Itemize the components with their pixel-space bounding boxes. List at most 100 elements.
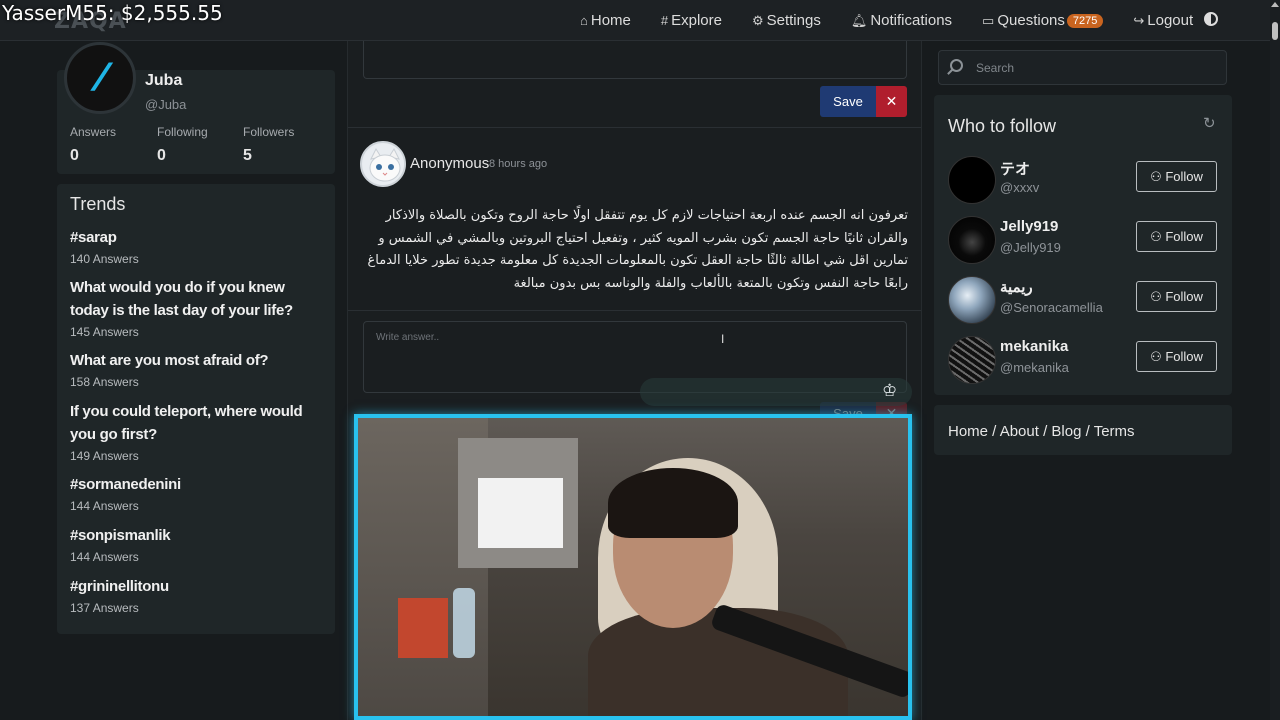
trend-item[interactable]: What are you most afraid of? 158 Answers	[70, 349, 325, 389]
trend-item[interactable]: What would you do if you knew today is t…	[70, 276, 325, 339]
suggested-user: mekanika @mekanika ⚇ Follow	[948, 336, 1218, 386]
user-name[interactable]: mekanika	[1000, 338, 1068, 355]
hashtag-icon: #	[660, 13, 669, 28]
profile-name[interactable]: Juba	[145, 72, 182, 90]
page-scrollbar[interactable]	[1270, 0, 1280, 720]
trend-count: 149 Answers	[70, 449, 139, 463]
questions-count-badge: 7275	[1066, 13, 1104, 28]
gear-icon: ⚙	[751, 12, 764, 28]
trend-item[interactable]: #sormanedenini 144 Answers	[70, 473, 325, 513]
trend-count: 140 Answers	[70, 252, 139, 266]
post-author[interactable]: Anonymous	[410, 155, 489, 172]
text-cursor-icon: I	[721, 332, 725, 346]
nav-settings-label: Settings	[766, 12, 821, 29]
search-box[interactable]	[938, 50, 1227, 85]
anonymous-avatar[interactable]	[360, 141, 406, 187]
stat-followers-value: 5	[243, 147, 252, 164]
post-timestamp[interactable]: 8 hours ago	[489, 158, 547, 170]
footer-link-terms[interactable]: Terms	[1094, 423, 1135, 440]
user-avatar[interactable]	[948, 216, 996, 264]
nav-questions[interactable]: ▭ Questions 7275	[982, 12, 1104, 29]
nav-home[interactable]: ⌂ Home	[580, 12, 631, 29]
search-input[interactable]	[976, 59, 1216, 77]
follow-button[interactable]: ⚇ Follow	[1136, 281, 1217, 312]
trend-count: 144 Answers	[70, 550, 139, 564]
logout-icon: ↪	[1133, 12, 1145, 28]
trend-title[interactable]: #sonpismanlik	[70, 524, 325, 547]
trend-title[interactable]: #grininellitonu	[70, 575, 325, 598]
nav-settings[interactable]: ⚙ Settings	[752, 12, 821, 29]
user-name[interactable]: Jelly919	[1000, 218, 1058, 235]
add-user-icon: ⚇	[1150, 288, 1166, 304]
trends-title: Trends	[70, 194, 126, 214]
profile-avatar-logo-icon: /	[89, 56, 112, 99]
footer-separator: /	[988, 423, 1000, 440]
trend-count: 145 Answers	[70, 325, 139, 339]
trend-item[interactable]: #sonpismanlik 144 Answers	[70, 524, 325, 564]
scroll-up-arrow-icon[interactable]	[1271, 2, 1279, 7]
webcam-water-bottle	[453, 588, 475, 658]
user-avatar[interactable]	[948, 156, 996, 204]
nav-logout-label: Logout	[1147, 12, 1194, 29]
user-handle: @Jelly919	[1000, 240, 1061, 255]
stat-following[interactable]: Following 0	[157, 125, 208, 165]
trend-item[interactable]: If you could teleport, where would you g…	[70, 400, 325, 463]
suggested-user: テオ @xxxv ⚇ Follow	[948, 156, 1218, 206]
nav-notifications[interactable]: 🔔︎ Notifications	[851, 12, 952, 29]
suggested-user: Jelly919 @Jelly919 ⚇ Follow	[948, 216, 1218, 266]
trend-title[interactable]: If you could teleport, where would you g…	[70, 400, 325, 446]
divider	[348, 310, 921, 311]
follow-button-label: Follow	[1165, 169, 1203, 184]
chat-bubble-icon: ▭	[982, 12, 995, 28]
user-name[interactable]: ريمية	[1000, 278, 1033, 296]
bell-icon: 🔔︎	[850, 12, 868, 28]
footer-link-home[interactable]: Home	[948, 423, 988, 440]
stat-answers[interactable]: Answers 0	[70, 125, 116, 165]
user-handle: @Senoracamellia	[1000, 300, 1103, 315]
user-handle: @mekanika	[1000, 360, 1069, 375]
refresh-icon[interactable]: ↻	[1203, 114, 1216, 132]
stat-followers[interactable]: Followers 5	[243, 125, 294, 165]
nav-home-label: Home	[590, 12, 631, 29]
user-avatar[interactable]	[948, 336, 996, 384]
edit-answer-textarea[interactable]	[363, 41, 907, 79]
profile-avatar[interactable]: /	[64, 42, 136, 114]
user-avatar[interactable]	[948, 276, 996, 324]
follow-button[interactable]: ⚇ Follow	[1136, 341, 1217, 372]
user-handle: @xxxv	[1000, 180, 1040, 195]
main-nav: ⌂ Home # Explore ⚙ Settings 🔔︎ Notificat…	[580, 0, 1223, 41]
nav-logout[interactable]: ↪ Logout	[1133, 12, 1193, 29]
nav-notifications-label: Notifications	[870, 12, 953, 29]
trend-title[interactable]: What are you most afraid of?	[70, 349, 325, 372]
save-button[interactable]: Save	[820, 86, 876, 117]
nav-questions-label: Questions	[997, 12, 1065, 29]
user-name[interactable]: テオ	[1000, 158, 1030, 179]
cancel-button[interactable]: ✕	[876, 86, 907, 117]
streamer-webcam	[354, 414, 912, 720]
follow-button-label: Follow	[1165, 349, 1203, 364]
webcam-red-box	[398, 598, 448, 658]
footer-link-about[interactable]: About	[1000, 423, 1039, 440]
post-body: تعرفون انه الجسم عنده اربعة احتياجات لاز…	[367, 208, 909, 291]
profile-handle: @Juba	[145, 97, 187, 112]
webcam-white-box	[478, 478, 563, 548]
nav-explore[interactable]: # Explore	[661, 12, 722, 29]
theme-toggle-icon[interactable]	[1204, 12, 1218, 26]
stream-donation-overlay: YasserM55: $2,555.55	[2, 1, 223, 25]
stat-followers-label: Followers	[243, 125, 295, 139]
add-user-icon: ⚇	[1150, 348, 1166, 364]
footer-link-blog[interactable]: Blog	[1051, 423, 1081, 440]
trend-title[interactable]: What would you do if you knew today is t…	[70, 276, 325, 322]
suggested-user: ريمية @Senoracamellia ⚇ Follow	[948, 276, 1218, 326]
trend-item[interactable]: #grininellitonu 137 Answers	[70, 575, 325, 615]
trend-title[interactable]: #sarap	[70, 226, 325, 249]
trend-item[interactable]: #sarap 140 Answers	[70, 226, 325, 266]
trend-count: 144 Answers	[70, 499, 139, 513]
follow-button[interactable]: ⚇ Follow	[1136, 221, 1217, 252]
footer-links: Home / About / Blog / Terms	[948, 423, 1135, 440]
trend-title[interactable]: #sormanedenini	[70, 473, 325, 496]
scroll-thumb[interactable]	[1272, 22, 1278, 40]
answer-placeholder: Write answer..	[376, 332, 440, 343]
follow-button[interactable]: ⚇ Follow	[1136, 161, 1217, 192]
follow-button-label: Follow	[1165, 229, 1203, 244]
